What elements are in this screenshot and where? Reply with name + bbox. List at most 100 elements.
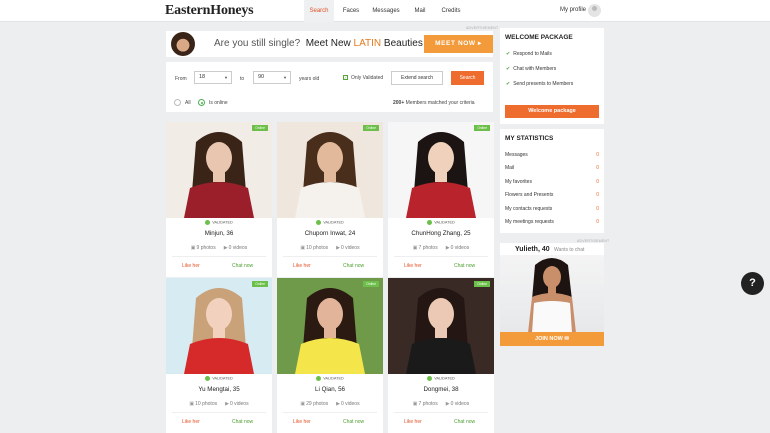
statistics-count: 0 <box>596 152 599 158</box>
statistics-title: MY STATISTICS <box>505 135 554 142</box>
validated-badge: VALIDATED <box>277 376 383 381</box>
radio-all[interactable] <box>174 99 181 106</box>
side-ad[interactable]: Yulieth, 40 Wants to chat JOIN NOW ✉ <box>500 243 604 346</box>
video-count: 0 videos <box>228 245 248 251</box>
profile-media-counts: ▣9 photos ▶0 videos <box>166 245 272 251</box>
chat-now-button[interactable]: Chat now <box>454 263 475 269</box>
verified-icon <box>205 220 211 225</box>
help-button[interactable]: ? <box>741 272 764 295</box>
statistics-item[interactable]: Mail 0 <box>505 165 599 171</box>
profile-name[interactable]: ChunHong Zhang, 25 <box>388 230 494 237</box>
nav-search[interactable]: Search <box>304 0 334 22</box>
profile-name[interactable]: Yu Mengtai, 35 <box>166 386 272 393</box>
ad-label: ADVERTISEMENT <box>466 26 499 30</box>
video-icon: ▶ <box>336 401 340 407</box>
divider <box>172 412 266 413</box>
only-validated-label: Only Validated <box>351 75 384 81</box>
verified-icon <box>427 376 433 381</box>
radio-is-online[interactable] <box>198 99 205 106</box>
only-validated-checkbox[interactable]: ✓ <box>343 75 348 80</box>
online-badge: Online <box>252 125 268 131</box>
like-her-button[interactable]: Like her <box>293 419 311 425</box>
search-button[interactable]: Search <box>451 71 484 85</box>
site-logo[interactable]: EasternHoneys <box>165 3 254 19</box>
profile-name[interactable]: Dongmei, 38 <box>388 386 494 393</box>
like-her-button[interactable]: Like her <box>404 263 422 269</box>
chat-now-button[interactable]: Chat now <box>232 419 253 425</box>
profile-card[interactable]: Online VALIDATED Chuporn Inwat, 24 ▣10 p… <box>277 122 383 277</box>
profile-card[interactable]: Online VALIDATED Li Qian, 56 ▣29 photos ▶… <box>277 278 383 433</box>
photo-icon: ▣ <box>300 245 306 251</box>
banner-avatar <box>171 32 195 56</box>
profile-media-counts: ▣7 photos ▶0 videos <box>388 401 494 407</box>
photo-count: 10 photos <box>306 245 329 251</box>
profile-name[interactable]: Li Qian, 56 <box>277 386 383 393</box>
extend-search-button[interactable]: Extend search <box>391 71 443 85</box>
statistics-item[interactable]: My contacts requests 0 <box>505 206 599 212</box>
online-badge: Online <box>474 281 490 287</box>
nav-faces[interactable]: Faces <box>339 0 363 22</box>
chat-now-button[interactable]: Chat now <box>232 263 253 269</box>
statistics-item[interactable]: Flowers and Presents 0 <box>505 192 599 198</box>
welcome-package-button[interactable]: Welcome package <box>505 105 599 118</box>
profile-photo[interactable]: Online <box>277 278 383 374</box>
chat-now-button[interactable]: Chat now <box>343 263 364 269</box>
check-icon: ✔ <box>506 66 511 72</box>
photo-count: 7 photos <box>418 401 438 407</box>
statistics-item[interactable]: My meetings requests 0 <box>505 219 599 225</box>
statistics-item[interactable]: Messages 0 <box>505 152 599 158</box>
like-her-button[interactable]: Like her <box>293 263 311 269</box>
verified-icon <box>205 376 211 381</box>
profile-name[interactable]: Minjun, 36 <box>166 230 272 237</box>
banner-ad[interactable]: Are you still single? Meet New LATIN Bea… <box>166 31 493 57</box>
profile-card[interactable]: Online VALIDATED Dongmei, 38 ▣7 photos ▶0… <box>388 278 494 433</box>
my-profile-link[interactable]: My profile <box>560 7 586 13</box>
profile-media-counts: ▣29 photos ▶0 videos <box>277 401 383 407</box>
age-from-select[interactable]: 18 ▼ <box>194 71 232 84</box>
chat-now-button[interactable]: Chat now <box>454 419 475 425</box>
nav-messages[interactable]: Messages <box>370 0 402 22</box>
chat-now-button[interactable]: Chat now <box>343 419 364 425</box>
validated-badge: VALIDATED <box>277 220 383 225</box>
profile-card[interactable]: Online VALIDATED ChunHong Zhang, 25 ▣7 p… <box>388 122 494 277</box>
like-her-button[interactable]: Like her <box>182 263 200 269</box>
profile-card[interactable]: Online VALIDATED Yu Mengtai, 35 ▣10 phot… <box>166 278 272 433</box>
statistics-label: Flowers and Presents <box>505 192 554 199</box>
profile-name[interactable]: Chuporn Inwat, 24 <box>277 230 383 237</box>
validated-label: VALIDATED <box>434 220 455 225</box>
profile-photo[interactable]: Online <box>388 122 494 218</box>
video-icon: ▶ <box>445 401 450 407</box>
to-label: to <box>240 76 245 82</box>
divider <box>394 256 488 257</box>
like-her-button[interactable]: Like her <box>404 419 422 425</box>
profile-photo[interactable]: Online <box>388 278 494 374</box>
statistics-label: Mail <box>505 165 515 172</box>
profile-photo[interactable]: Online <box>166 122 272 218</box>
video-count: 0 videos <box>229 401 249 407</box>
like-her-button[interactable]: Like her <box>182 419 200 425</box>
ad-profile-name: Yulieth, 40 <box>515 246 550 253</box>
profile-avatar[interactable] <box>588 4 601 17</box>
meet-now-button[interactable]: MEET NOW ▸ <box>424 35 493 53</box>
video-count: 0 videos <box>450 245 470 251</box>
banner-text: Are you still single? Meet New LATIN Bea… <box>214 38 423 49</box>
ad-profile-photo <box>500 255 604 333</box>
photo-icon: ▣ <box>412 245 418 251</box>
validated-badge: VALIDATED <box>166 220 272 225</box>
verified-icon <box>427 220 433 225</box>
profile-card[interactable]: Online VALIDATED Minjun, 36 ▣9 photos ▶0 … <box>166 122 272 277</box>
years-old-label: years old <box>299 76 320 82</box>
divider <box>283 412 377 413</box>
statistics-count: 0 <box>596 219 599 225</box>
divider <box>394 412 488 413</box>
profile-photo[interactable]: Online <box>166 278 272 374</box>
profile-photo[interactable]: Online <box>277 122 383 218</box>
nav-mail[interactable]: Mail <box>410 0 430 22</box>
statistics-item[interactable]: My favorites 0 <box>505 179 599 185</box>
validated-badge: VALIDATED <box>388 376 494 381</box>
nav-credits[interactable]: Credits <box>438 0 464 22</box>
age-to-select[interactable]: 90 ▼ <box>253 71 291 84</box>
validated-label: VALIDATED <box>323 376 344 381</box>
match-summary: 200+ Members matched your criteria <box>393 100 475 106</box>
join-now-button[interactable]: JOIN NOW ✉ <box>500 332 604 346</box>
